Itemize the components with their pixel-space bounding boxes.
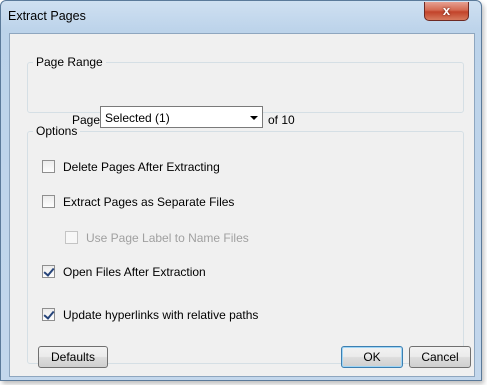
defaults-button[interactable]: Defaults — [38, 346, 108, 368]
checkmark-icon — [43, 265, 55, 277]
relative-hyperlinks-label[interactable]: Update hyperlinks with relative paths — [63, 308, 258, 322]
cancel-button[interactable]: Cancel — [409, 346, 471, 368]
page-label-naming-checkbox — [65, 231, 78, 244]
close-icon: x — [442, 3, 451, 18]
ok-button[interactable]: OK — [341, 346, 403, 368]
separate-files-label[interactable]: Extract Pages as Separate Files — [63, 195, 234, 209]
title-bar[interactable]: Extract Pages x — [1, 1, 481, 33]
page-range-group-label: Page Range — [33, 55, 106, 69]
close-button[interactable]: x — [424, 2, 469, 21]
dialog-body: Page Range Pages Selected (1) of 10 Opti… — [9, 33, 475, 377]
relative-hyperlinks-checkbox[interactable] — [42, 308, 55, 321]
open-files-label[interactable]: Open Files After Extraction — [63, 265, 206, 279]
open-files-checkbox[interactable] — [42, 265, 55, 278]
separate-files-checkbox[interactable] — [42, 195, 55, 208]
delete-pages-label[interactable]: Delete Pages After Extracting — [63, 160, 220, 174]
checkmark-icon — [43, 308, 55, 320]
extract-pages-dialog: Extract Pages x Page Range Pages Selecte… — [0, 0, 482, 381]
options-group-label: Options — [33, 124, 81, 138]
options-group: Options Delete Pages After Extracting Ex… — [27, 124, 464, 364]
page-label-naming-label: Use Page Label to Name Files — [86, 231, 249, 245]
dialog-title: Extract Pages — [8, 9, 86, 23]
delete-pages-checkbox[interactable] — [42, 160, 55, 173]
chevron-down-icon[interactable] — [250, 116, 258, 120]
pages-select[interactable]: Selected (1) — [100, 106, 263, 128]
pages-select-value: Selected (1) — [105, 111, 170, 125]
page-count-label: of 10 — [268, 113, 295, 127]
page-range-group: Page Range Pages Selected (1) of 10 — [27, 55, 464, 128]
